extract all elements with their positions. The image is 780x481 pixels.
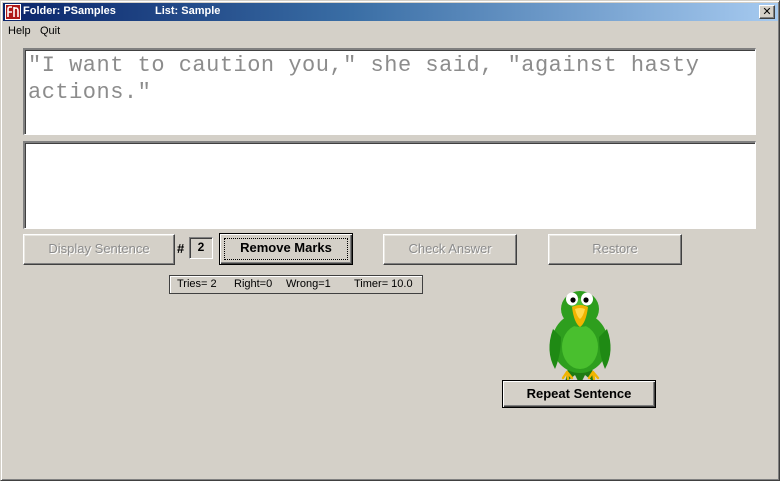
stat-timer: Timer= 10.0 [354, 278, 413, 290]
menu-item-quit[interactable]: Quit [40, 25, 60, 37]
sentence-display[interactable]: "I want to caution you," she said, "agai… [23, 48, 756, 135]
menu-bar: Help Quit [3, 22, 778, 40]
sentence-number: 2 [189, 237, 213, 259]
stat-wrong: Wrong=1 [286, 278, 331, 290]
restore-button[interactable]: Restore [548, 234, 682, 265]
display-sentence-button[interactable]: Display Sentence [23, 234, 175, 265]
stat-tries: Tries= 2 [177, 278, 217, 290]
close-icon: ✕ [762, 5, 772, 18]
stats-panel: Tries= 2 Right=0 Wrong=1 Timer= 10.0 [169, 275, 423, 294]
remove-marks-button[interactable]: Remove Marks [219, 233, 353, 265]
answer-input[interactable] [23, 141, 756, 229]
remove-marks-label: Remove Marks [240, 240, 332, 255]
parrot-mascot[interactable] [539, 285, 621, 389]
repeat-sentence-button[interactable]: Repeat Sentence [502, 380, 656, 408]
title-folder: Folder: PSamples [23, 5, 116, 17]
sentence-text: "I want to caution you," she said, "agai… [28, 53, 700, 105]
app-window: Folder: PSamples List: Sample ✕ Help Qui… [0, 0, 780, 481]
title-bar[interactable]: Folder: PSamples List: Sample ✕ [3, 3, 778, 21]
app-logo-icon [5, 4, 21, 20]
check-answer-button[interactable]: Check Answer [383, 234, 517, 265]
stat-right: Right=0 [234, 278, 273, 290]
counter-prefix: # [177, 241, 185, 256]
title-list: List: Sample [155, 5, 221, 17]
menu-item-help[interactable]: Help [8, 25, 31, 37]
close-button[interactable]: ✕ [759, 5, 775, 19]
